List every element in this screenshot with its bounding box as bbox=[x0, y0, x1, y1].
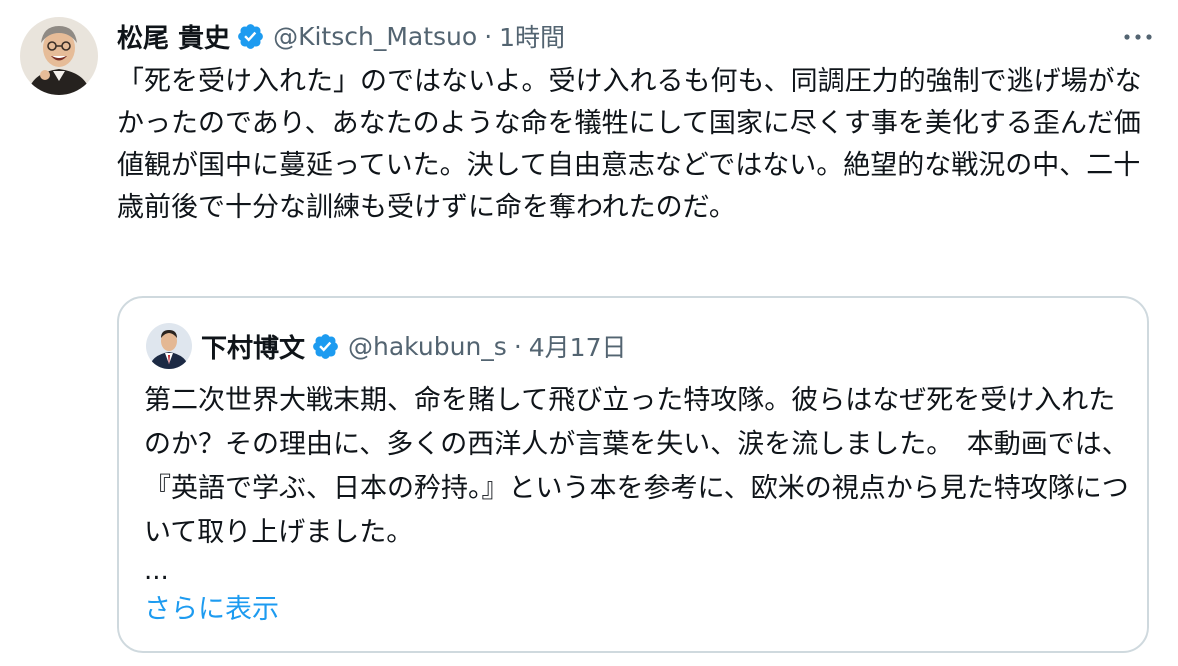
quoted-tweet[interactable]: 下村博文 @hakubun_s · 4月17日 第二次世界大戦末期、命を賭して飛… bbox=[117, 296, 1149, 653]
quoted-author-avatar[interactable] bbox=[146, 323, 192, 369]
tweet-header: 松尾 貴史 @Kitsch_Matsuo · 1時間 bbox=[117, 14, 565, 58]
quoted-tweet-ellipsis: ... bbox=[144, 556, 169, 586]
meta-separator: · bbox=[513, 331, 522, 361]
verified-badge-icon[interactable] bbox=[236, 22, 265, 51]
author-handle[interactable]: @Kitsch_Matsuo bbox=[273, 22, 477, 51]
author-avatar-image bbox=[20, 17, 98, 95]
author-name[interactable]: 松尾 貴史 bbox=[117, 18, 230, 55]
author-avatar[interactable] bbox=[20, 17, 98, 95]
tweet[interactable]: 松尾 貴史 @Kitsch_Matsuo · 1時間 「死を受け入れた」のではな… bbox=[0, 0, 1178, 666]
quoted-author-avatar-image bbox=[146, 323, 192, 369]
quoted-tweet-date[interactable]: 4月17日 bbox=[529, 328, 627, 364]
more-options-icon[interactable] bbox=[1118, 24, 1158, 50]
tweet-timestamp[interactable]: 1時間 bbox=[499, 18, 565, 54]
show-more-link[interactable]: さらに表示 bbox=[144, 590, 279, 630]
quoted-tweet-header: 下村博文 @hakubun_s · 4月17日 bbox=[201, 325, 627, 367]
quoted-author-handle[interactable]: @hakubun_s bbox=[348, 332, 507, 361]
tweet-text: 「死を受け入れた」のではないよ。受け入れるも何も、同調圧力的強制で逃げ場がなかっ… bbox=[117, 66, 1142, 223]
verified-badge-icon[interactable] bbox=[311, 332, 340, 361]
quoted-tweet-text: 第二次世界大戦末期、命を賭して飛び立った特攻隊。彼らはなぜ死を受け入れたのか？そ… bbox=[144, 385, 1129, 548]
meta-separator: · bbox=[484, 21, 493, 51]
quoted-author-name[interactable]: 下村博文 bbox=[201, 328, 305, 365]
